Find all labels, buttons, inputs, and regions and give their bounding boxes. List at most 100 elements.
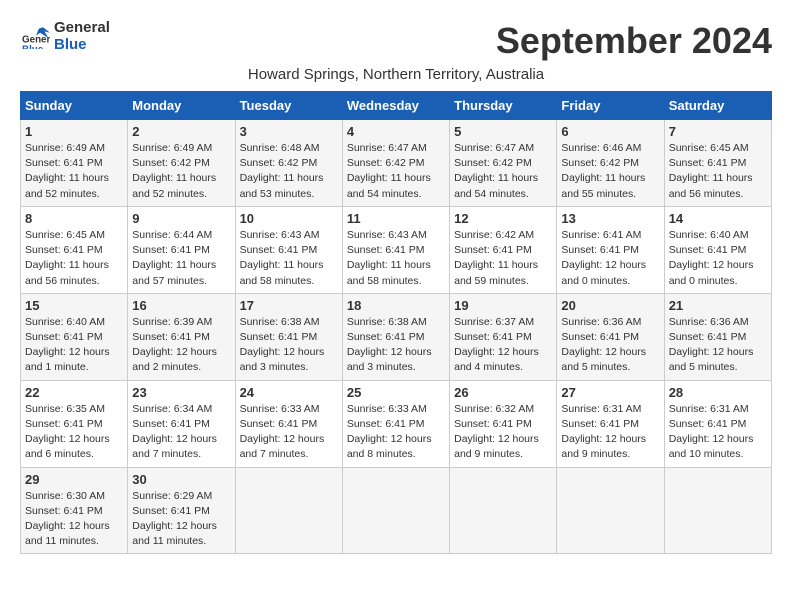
table-row: 9 Sunrise: 6:44 AMSunset: 6:41 PMDaylight… <box>128 206 235 293</box>
day-info: Sunrise: 6:33 AMSunset: 6:41 PMDaylight:… <box>347 403 432 461</box>
day-info: Sunrise: 6:35 AMSunset: 6:41 PMDaylight:… <box>25 403 110 461</box>
day-number: 20 <box>561 298 659 313</box>
day-number: 5 <box>454 124 552 139</box>
day-number: 9 <box>132 211 230 226</box>
day-number: 6 <box>561 124 659 139</box>
table-row: 8 Sunrise: 6:45 AMSunset: 6:41 PMDaylight… <box>21 206 128 293</box>
table-row: 3 Sunrise: 6:48 AMSunset: 6:42 PMDaylight… <box>235 120 342 207</box>
day-info: Sunrise: 6:36 AMSunset: 6:41 PMDaylight:… <box>669 316 754 374</box>
day-number: 27 <box>561 385 659 400</box>
table-row: 2 Sunrise: 6:49 AMSunset: 6:42 PMDaylight… <box>128 120 235 207</box>
table-row: 11 Sunrise: 6:43 AMSunset: 6:41 PMDayligh… <box>342 206 449 293</box>
page-header: General Blue General Blue September 2024 <box>20 20 772 62</box>
day-number: 1 <box>25 124 123 139</box>
day-number: 11 <box>347 211 445 226</box>
table-row: 17 Sunrise: 6:38 AMSunset: 6:41 PMDayligh… <box>235 293 342 380</box>
day-number: 28 <box>669 385 767 400</box>
calendar-week-row: 15 Sunrise: 6:40 AMSunset: 6:41 PMDayligh… <box>21 293 772 380</box>
day-number: 23 <box>132 385 230 400</box>
day-info: Sunrise: 6:49 AMSunset: 6:42 PMDaylight:… <box>132 142 216 200</box>
day-number: 13 <box>561 211 659 226</box>
calendar-week-row: 29 Sunrise: 6:30 AMSunset: 6:41 PMDayligh… <box>21 467 772 554</box>
day-info: Sunrise: 6:36 AMSunset: 6:41 PMDaylight:… <box>561 316 646 374</box>
calendar-table: Sunday Monday Tuesday Wednesday Thursday… <box>20 91 772 554</box>
day-number: 16 <box>132 298 230 313</box>
day-info: Sunrise: 6:39 AMSunset: 6:41 PMDaylight:… <box>132 316 217 374</box>
day-info: Sunrise: 6:43 AMSunset: 6:41 PMDaylight:… <box>347 229 431 287</box>
day-info: Sunrise: 6:45 AMSunset: 6:41 PMDaylight:… <box>25 229 109 287</box>
table-row: 5 Sunrise: 6:47 AMSunset: 6:42 PMDaylight… <box>450 120 557 207</box>
day-info: Sunrise: 6:31 AMSunset: 6:41 PMDaylight:… <box>561 403 646 461</box>
day-number: 19 <box>454 298 552 313</box>
table-row: 13 Sunrise: 6:41 AMSunset: 6:41 PMDayligh… <box>557 206 664 293</box>
table-row: 28 Sunrise: 6:31 AMSunset: 6:41 PMDayligh… <box>664 380 771 467</box>
day-info: Sunrise: 6:29 AMSunset: 6:41 PMDaylight:… <box>132 490 217 548</box>
day-number: 3 <box>240 124 338 139</box>
table-row <box>664 467 771 554</box>
col-monday: Monday <box>128 92 235 120</box>
table-row: 23Sunrise: 6:34 AMSunset: 6:41 PMDayligh… <box>128 380 235 467</box>
col-tuesday: Tuesday <box>235 92 342 120</box>
table-row: 6Sunrise: 6:46 AMSunset: 6:42 PMDaylight… <box>557 120 664 207</box>
day-info: Sunrise: 6:38 AMSunset: 6:41 PMDaylight:… <box>347 316 432 374</box>
day-info: Sunrise: 6:49 AMSunset: 6:41 PMDaylight:… <box>25 142 109 200</box>
day-number: 12 <box>454 211 552 226</box>
day-info: Sunrise: 6:45 AMSunset: 6:41 PMDaylight:… <box>669 142 753 200</box>
day-number: 18 <box>347 298 445 313</box>
day-info: Sunrise: 6:40 AMSunset: 6:41 PMDaylight:… <box>669 229 754 287</box>
table-row: 1 Sunrise: 6:49 AMSunset: 6:41 PMDaylight… <box>21 120 128 207</box>
day-info: Sunrise: 6:42 AMSunset: 6:41 PMDaylight:… <box>454 229 538 287</box>
calendar-header-row: Sunday Monday Tuesday Wednesday Thursday… <box>21 92 772 120</box>
day-info: Sunrise: 6:44 AMSunset: 6:41 PMDaylight:… <box>132 229 216 287</box>
table-row: 26Sunrise: 6:32 AMSunset: 6:41 PMDayligh… <box>450 380 557 467</box>
day-info: Sunrise: 6:41 AMSunset: 6:41 PMDaylight:… <box>561 229 646 287</box>
day-number: 30 <box>132 472 230 487</box>
table-row: 24 Sunrise: 6:33 AMSunset: 6:41 PMDayligh… <box>235 380 342 467</box>
calendar-week-row: 22 Sunrise: 6:35 AMSunset: 6:41 PMDayligh… <box>21 380 772 467</box>
table-row: 4 Sunrise: 6:47 AMSunset: 6:42 PMDaylight… <box>342 120 449 207</box>
day-number: 29 <box>25 472 123 487</box>
day-number: 26 <box>454 385 552 400</box>
calendar-week-row: 1 Sunrise: 6:49 AMSunset: 6:41 PMDaylight… <box>21 120 772 207</box>
day-number: 22 <box>25 385 123 400</box>
day-number: 17 <box>240 298 338 313</box>
table-row: 30 Sunrise: 6:29 AMSunset: 6:41 PMDayligh… <box>128 467 235 554</box>
day-info: Sunrise: 6:47 AMSunset: 6:42 PMDaylight:… <box>454 142 538 200</box>
table-row: 7 Sunrise: 6:45 AMSunset: 6:41 PMDaylight… <box>664 120 771 207</box>
table-row: 20 Sunrise: 6:36 AMSunset: 6:41 PMDayligh… <box>557 293 664 380</box>
table-row: 19Sunrise: 6:37 AMSunset: 6:41 PMDayligh… <box>450 293 557 380</box>
table-row: 14Sunrise: 6:40 AMSunset: 6:41 PMDayligh… <box>664 206 771 293</box>
logo: General Blue General Blue <box>20 20 110 53</box>
col-saturday: Saturday <box>664 92 771 120</box>
day-number: 7 <box>669 124 767 139</box>
table-row: 21 Sunrise: 6:36 AMSunset: 6:41 PMDayligh… <box>664 293 771 380</box>
day-info: Sunrise: 6:33 AMSunset: 6:41 PMDaylight:… <box>240 403 325 461</box>
day-info: Sunrise: 6:38 AMSunset: 6:41 PMDaylight:… <box>240 316 325 374</box>
day-info: Sunrise: 6:30 AMSunset: 6:41 PMDaylight:… <box>25 490 110 548</box>
day-info: Sunrise: 6:47 AMSunset: 6:42 PMDaylight:… <box>347 142 431 200</box>
day-number: 15 <box>25 298 123 313</box>
table-row <box>450 467 557 554</box>
table-row: 25 Sunrise: 6:33 AMSunset: 6:41 PMDayligh… <box>342 380 449 467</box>
logo-bird-icon: General Blue <box>22 25 50 49</box>
day-number: 2 <box>132 124 230 139</box>
table-row: 16 Sunrise: 6:39 AMSunset: 6:41 PMDayligh… <box>128 293 235 380</box>
table-row: 29 Sunrise: 6:30 AMSunset: 6:41 PMDayligh… <box>21 467 128 554</box>
table-row <box>235 467 342 554</box>
day-info: Sunrise: 6:40 AMSunset: 6:41 PMDaylight:… <box>25 316 110 374</box>
day-number: 24 <box>240 385 338 400</box>
calendar-week-row: 8 Sunrise: 6:45 AMSunset: 6:41 PMDaylight… <box>21 206 772 293</box>
table-row <box>557 467 664 554</box>
day-number: 21 <box>669 298 767 313</box>
col-wednesday: Wednesday <box>342 92 449 120</box>
col-friday: Friday <box>557 92 664 120</box>
svg-text:Blue: Blue <box>22 44 44 49</box>
day-number: 4 <box>347 124 445 139</box>
table-row: 27 Sunrise: 6:31 AMSunset: 6:41 PMDayligh… <box>557 380 664 467</box>
table-row: 10Sunrise: 6:43 AMSunset: 6:41 PMDayligh… <box>235 206 342 293</box>
day-number: 25 <box>347 385 445 400</box>
table-row: 22 Sunrise: 6:35 AMSunset: 6:41 PMDayligh… <box>21 380 128 467</box>
day-info: Sunrise: 6:31 AMSunset: 6:41 PMDaylight:… <box>669 403 754 461</box>
day-number: 8 <box>25 211 123 226</box>
day-info: Sunrise: 6:48 AMSunset: 6:42 PMDaylight:… <box>240 142 324 200</box>
